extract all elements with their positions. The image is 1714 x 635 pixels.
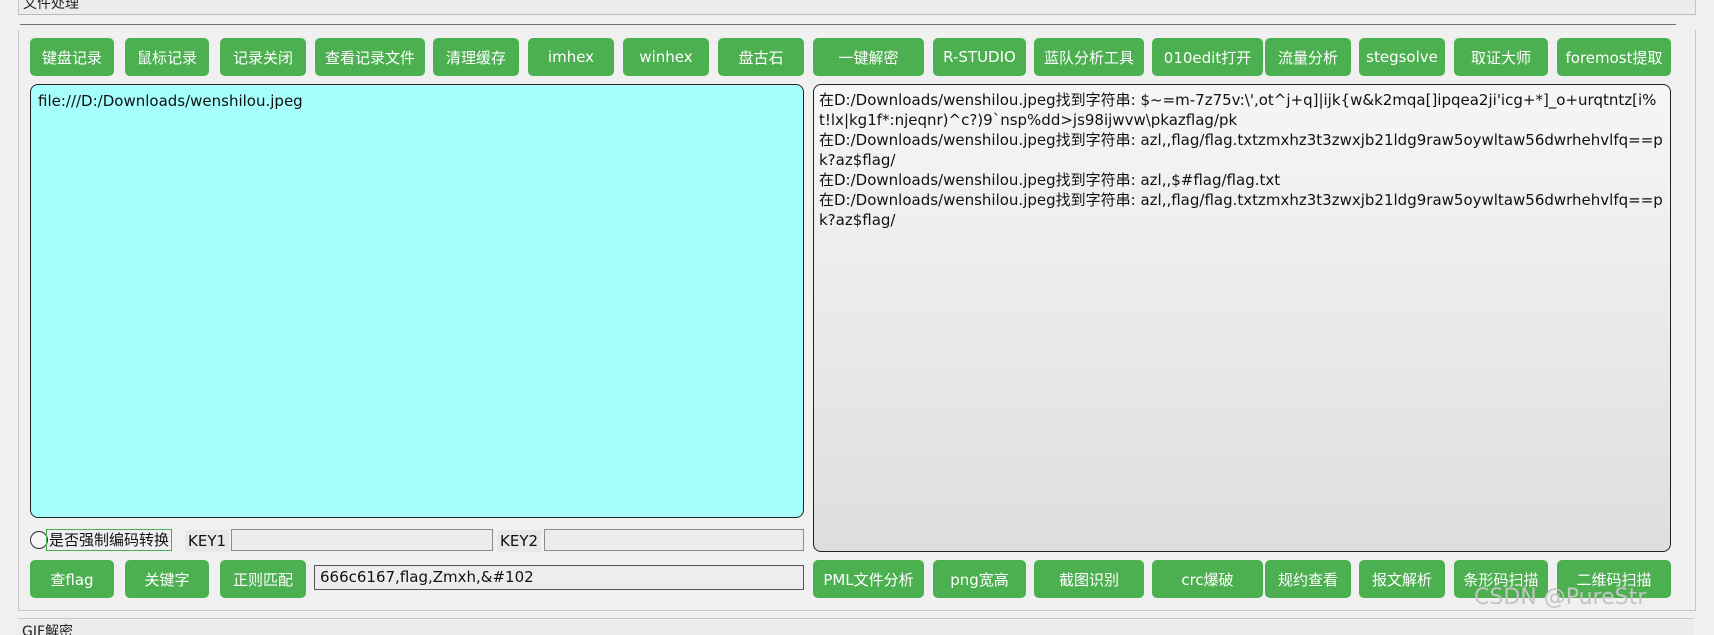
output-line: 在D:/Downloads/wenshilou.jpeg找到字符串: azl,,… (819, 131, 1663, 169)
find-flag-button[interactable]: 查flag (30, 560, 114, 598)
key1-label: KEY1 (185, 530, 230, 552)
force-encoding-label: 是否强制编码转换 (46, 529, 173, 551)
foremost-extract-button[interactable]: foremost提取 (1557, 38, 1671, 76)
pml-analysis-button[interactable]: PML文件分析 (813, 560, 924, 598)
protocol-view-button[interactable]: 规约查看 (1265, 560, 1351, 598)
keyword-button[interactable]: 关键字 (125, 560, 209, 598)
blue-team-tool-button[interactable]: 蓝队分析工具 (1034, 38, 1144, 76)
output-line: 在D:/Downloads/wenshilou.jpeg找到字符串: $~=m-… (819, 91, 1657, 129)
section-header-file-processing: 文件处理 (18, 0, 1696, 15)
crc-bruteforce-button[interactable]: crc爆破 (1152, 560, 1263, 598)
output-line: 在D:/Downloads/wenshilou.jpeg找到字符串: azl,,… (819, 191, 1663, 229)
010edit-open-button[interactable]: 010edit打开 (1152, 38, 1263, 76)
traffic-analysis-button[interactable]: 流量分析 (1265, 38, 1351, 76)
key2-input[interactable] (544, 529, 804, 551)
packet-parse-button[interactable]: 报文解析 (1359, 560, 1445, 598)
record-close-button[interactable]: 记录关闭 (220, 38, 306, 76)
imhex-button[interactable]: imhex (528, 38, 614, 76)
view-record-file-button[interactable]: 查看记录文件 (315, 38, 425, 76)
section-title: 文件处理 (23, 0, 79, 12)
separator-line (20, 24, 1676, 25)
watermark: CSDN @PureStr (1474, 585, 1647, 610)
regex-match-button[interactable]: 正则匹配 (220, 560, 306, 598)
search-pattern-input[interactable]: 666c6167,flag,Zmxh,&#102 (314, 565, 804, 590)
pangushi-button[interactable]: 盘古石 (718, 38, 804, 76)
key1-input[interactable] (231, 529, 493, 551)
png-size-button[interactable]: png宽高 (933, 560, 1026, 598)
section-header-gif-decrypt: GIF解密 (18, 618, 1694, 635)
stegsolve-button[interactable]: stegsolve (1359, 38, 1445, 76)
screenshot-ocr-button[interactable]: 截图识别 (1034, 560, 1144, 598)
mouse-record-button[interactable]: 鼠标记录 (125, 38, 209, 76)
next-section-title: GIF解密 (22, 624, 74, 635)
input-textarea[interactable]: file:///D:/Downloads/wenshilou.jpeg (30, 84, 804, 518)
output-line: 在D:/Downloads/wenshilou.jpeg找到字符串: azl,,… (819, 171, 1281, 189)
force-encoding-option[interactable]: 是否强制编码转换 (30, 528, 173, 552)
output-textarea[interactable]: 在D:/Downloads/wenshilou.jpeg找到字符串: $~=m-… (813, 84, 1671, 552)
clear-cache-button[interactable]: 清理缓存 (433, 38, 519, 76)
winhex-button[interactable]: winhex (623, 38, 709, 76)
forensics-master-button[interactable]: 取证大师 (1454, 38, 1548, 76)
one-click-decrypt-button[interactable]: 一键解密 (813, 38, 924, 76)
r-studio-button[interactable]: R-STUDIO (933, 38, 1026, 76)
keyboard-record-button[interactable]: 键盘记录 (30, 38, 114, 76)
key2-label: KEY2 (497, 530, 542, 552)
